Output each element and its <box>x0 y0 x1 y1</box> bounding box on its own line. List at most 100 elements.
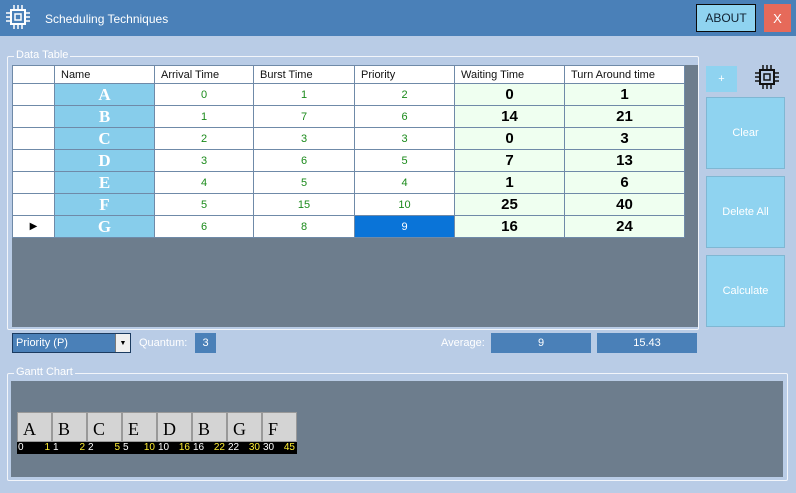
row-header[interactable] <box>12 149 55 172</box>
gantt-block-process: E <box>122 412 157 442</box>
cell-burst-time[interactable]: 1 <box>253 83 355 106</box>
gantt-block-start: 2 <box>88 442 94 453</box>
cell-arrival-time[interactable]: 6 <box>154 215 254 238</box>
row-header[interactable] <box>12 83 55 106</box>
gantt-block-end: 45 <box>283 442 295 453</box>
cell-waiting-time[interactable]: 7 <box>454 149 565 172</box>
cell-waiting-time[interactable]: 16 <box>454 215 565 238</box>
cell-priority[interactable]: 10 <box>354 193 455 216</box>
quantum-label: Quantum: <box>139 337 188 349</box>
cell-priority[interactable]: 5 <box>354 149 455 172</box>
cell-arrival-time[interactable]: 0 <box>154 83 254 106</box>
gantt-block-start: 10 <box>158 442 170 453</box>
cell-turnaround-time[interactable]: 13 <box>564 149 685 172</box>
table-row[interactable]: D 3 6 5 7 13 <box>12 149 685 172</box>
cell-turnaround-time[interactable]: 1 <box>564 83 685 106</box>
gantt-block: F 30 45 <box>262 412 297 454</box>
cell-burst-time[interactable]: 15 <box>253 193 355 216</box>
cell-name[interactable]: B <box>54 105 155 128</box>
chevron-down-icon[interactable]: ▼ <box>115 334 130 352</box>
cell-waiting-time[interactable]: 1 <box>454 171 565 194</box>
cell-arrival-time[interactable]: 3 <box>154 149 254 172</box>
current-row-arrow-icon[interactable]: ▶ <box>12 215 55 238</box>
table-row[interactable]: E 4 5 4 1 6 <box>12 171 685 194</box>
table-row[interactable]: A 0 1 2 0 1 <box>12 83 685 106</box>
cell-burst-time[interactable]: 3 <box>253 127 355 150</box>
average-label: Average: <box>441 337 485 349</box>
cpu-chip-icon <box>755 65 779 89</box>
gantt-block: B 1 2 <box>52 412 87 454</box>
cell-waiting-time[interactable]: 0 <box>454 127 565 150</box>
column-header-waiting-time[interactable]: Waiting Time <box>454 65 565 84</box>
gantt-block-times: 10 16 <box>157 442 192 454</box>
cell-waiting-time[interactable]: 0 <box>454 83 565 106</box>
gantt-block-times: 0 1 <box>17 442 52 454</box>
cell-burst-time[interactable]: 8 <box>253 215 355 238</box>
cell-name[interactable]: C <box>54 127 155 150</box>
cell-waiting-time[interactable]: 14 <box>454 105 565 128</box>
quantum-input[interactable]: 3 <box>195 333 216 353</box>
row-header[interactable] <box>12 171 55 194</box>
algorithm-select[interactable]: Priority (P) ▼ <box>12 333 131 353</box>
data-grid[interactable]: Name Arrival Time Burst Time Priority Wa… <box>12 65 698 327</box>
cell-turnaround-time[interactable]: 6 <box>564 171 685 194</box>
table-row[interactable]: F 5 15 10 25 40 <box>12 193 685 216</box>
data-table-legend: Data Table <box>14 49 71 61</box>
cell-arrival-time[interactable]: 2 <box>154 127 254 150</box>
delete-all-button[interactable]: Delete All <box>706 176 785 248</box>
cell-priority[interactable]: 4 <box>354 171 455 194</box>
cell-arrival-time[interactable]: 4 <box>154 171 254 194</box>
gantt-block-process: C <box>87 412 122 442</box>
table-row[interactable]: B 1 7 6 14 21 <box>12 105 685 128</box>
gantt-block-process: D <box>157 412 192 442</box>
average-waiting-time: 9 <box>491 333 591 353</box>
gantt-block: A 0 1 <box>17 412 52 454</box>
gantt-block-start: 5 <box>123 442 129 453</box>
gantt-block-times: 30 45 <box>262 442 297 454</box>
gantt-block-end: 16 <box>178 442 190 453</box>
cpu-chip-icon <box>6 5 30 29</box>
column-header-priority[interactable]: Priority <box>354 65 455 84</box>
window-title: Scheduling Techniques <box>45 12 169 26</box>
cell-turnaround-time[interactable]: 24 <box>564 215 685 238</box>
table-row-current[interactable]: ▶ G 6 8 9 16 24 <box>12 215 685 238</box>
cell-priority[interactable]: 6 <box>354 105 455 128</box>
cell-name[interactable]: D <box>54 149 155 172</box>
add-row-button[interactable]: + <box>706 66 737 92</box>
column-header-arrival-time[interactable]: Arrival Time <box>154 65 254 84</box>
cell-priority-selected[interactable]: 9 <box>354 215 455 238</box>
table-row[interactable]: C 2 3 3 0 3 <box>12 127 685 150</box>
column-header-turnaround-time[interactable]: Turn Around time <box>564 65 685 84</box>
gantt-block: C 2 5 <box>87 412 122 454</box>
about-button[interactable]: ABOUT <box>696 4 756 32</box>
cell-turnaround-time[interactable]: 40 <box>564 193 685 216</box>
cell-name[interactable]: A <box>54 83 155 106</box>
cell-burst-time[interactable]: 6 <box>253 149 355 172</box>
clear-button[interactable]: Clear <box>706 97 785 169</box>
gantt-block-end: 2 <box>79 442 85 453</box>
row-header-corner <box>12 65 55 84</box>
column-header-burst-time[interactable]: Burst Time <box>253 65 355 84</box>
row-header[interactable] <box>12 127 55 150</box>
close-button[interactable]: X <box>764 4 791 32</box>
cell-arrival-time[interactable]: 1 <box>154 105 254 128</box>
gantt-block-process: B <box>52 412 87 442</box>
gantt-block-process: F <box>262 412 297 442</box>
cell-priority[interactable]: 2 <box>354 83 455 106</box>
cell-name[interactable]: F <box>54 193 155 216</box>
column-header-name[interactable]: Name <box>54 65 155 84</box>
cell-burst-time[interactable]: 5 <box>253 171 355 194</box>
cell-name[interactable]: E <box>54 171 155 194</box>
row-header[interactable] <box>12 105 55 128</box>
cell-name[interactable]: G <box>54 215 155 238</box>
cell-priority[interactable]: 3 <box>354 127 455 150</box>
cell-turnaround-time[interactable]: 21 <box>564 105 685 128</box>
cell-arrival-time[interactable]: 5 <box>154 193 254 216</box>
gantt-block-times: 22 30 <box>227 442 262 454</box>
cell-turnaround-time[interactable]: 3 <box>564 127 685 150</box>
cell-burst-time[interactable]: 7 <box>253 105 355 128</box>
gantt-block: E 5 10 <box>122 412 157 454</box>
calculate-button[interactable]: Calculate <box>706 255 785 327</box>
row-header[interactable] <box>12 193 55 216</box>
cell-waiting-time[interactable]: 25 <box>454 193 565 216</box>
